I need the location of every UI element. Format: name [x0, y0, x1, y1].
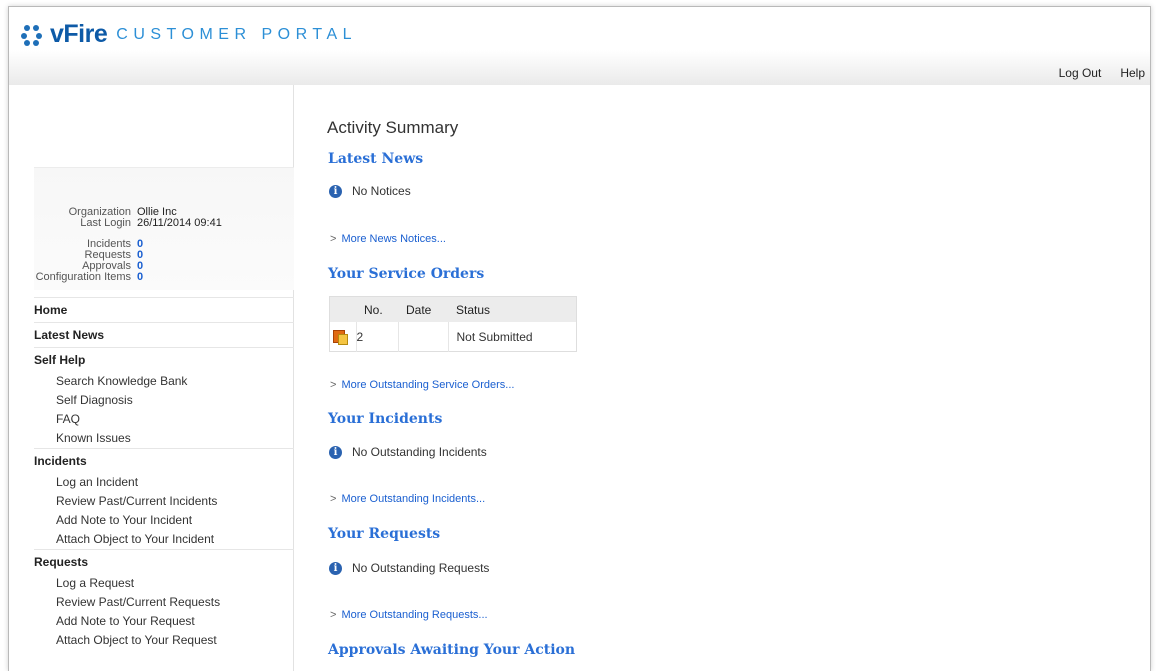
column-header-date: Date	[398, 296, 448, 322]
requests-notice-text: No Outstanding Requests	[352, 561, 490, 575]
nav-attach-object-incident[interactable]: Attach Object to Your Incident	[34, 530, 294, 549]
header: vFire CUSTOMER PORTAL Log Out Help	[9, 7, 1150, 85]
table-header-row: No. Date Status	[329, 296, 577, 322]
more-news-link-text: More News Notices...	[341, 233, 446, 245]
info-icon: i	[329, 561, 342, 575]
more-incidents-link[interactable]: > More Outstanding Incidents...	[330, 493, 485, 505]
column-header-icon	[329, 296, 356, 322]
last-login-value: 26/11/2014 09:41	[137, 217, 222, 229]
page-title: Activity Summary	[327, 118, 459, 137]
more-service-orders-link[interactable]: > More Outstanding Service Orders...	[330, 379, 514, 391]
more-requests-link-text: More Outstanding Requests...	[341, 609, 488, 621]
approvals-heading: Approvals Awaiting Your Action	[328, 642, 576, 658]
nav-log-request[interactable]: Log a Request	[34, 574, 294, 593]
nav-log-incident[interactable]: Log an Incident	[34, 473, 294, 492]
info-icon: i	[329, 184, 342, 198]
vfire-logo-icon	[21, 24, 43, 46]
requests-heading: Your Requests	[328, 526, 441, 542]
top-links: Log Out Help	[1059, 66, 1145, 80]
nav-review-requests[interactable]: Review Past/Current Requests	[34, 593, 294, 612]
nav-review-incidents[interactable]: Review Past/Current Incidents	[34, 492, 294, 511]
config-items-count-label: Configuration Items	[35, 271, 131, 283]
incidents-notice-text: No Outstanding Incidents	[352, 445, 487, 459]
logo-subtitle: CUSTOMER PORTAL	[116, 26, 358, 43]
service-order-status: Not Submitted	[456, 329, 533, 344]
logo[interactable]: vFire CUSTOMER PORTAL	[21, 22, 357, 47]
logo-text: vFire	[50, 20, 108, 48]
service-orders-table: No. Date Status 2 Not Submitted	[329, 296, 577, 352]
latest-news-notice: i No Notices	[329, 184, 411, 198]
nav-add-note-incident[interactable]: Add Note to Your Incident	[34, 511, 294, 530]
nav-incidents[interactable]: Incidents	[34, 448, 294, 473]
help-link[interactable]: Help	[1120, 66, 1145, 80]
more-service-orders-link-text: More Outstanding Service Orders...	[341, 379, 515, 391]
last-login-row: Last Login 26/11/2014 09:41	[34, 218, 222, 229]
service-orders-heading: Your Service Orders	[328, 266, 485, 282]
nav-self-help[interactable]: Self Help	[34, 347, 294, 372]
nav-self-diagnosis[interactable]: Self Diagnosis	[34, 391, 294, 410]
sidebar: Organization Ollie Inc Last Login 26/11/…	[9, 85, 294, 671]
service-order-icon-cell[interactable]	[329, 322, 357, 352]
latest-news-notice-text: No Notices	[352, 184, 411, 198]
config-items-count[interactable]: 0	[137, 272, 143, 283]
last-login-label: Last Login	[80, 217, 131, 229]
chevron-right-icon: >	[330, 379, 337, 391]
portal-window: vFire CUSTOMER PORTAL Log Out Help Organ…	[8, 6, 1151, 671]
column-header-status: Status	[448, 296, 577, 322]
nav-latest-news[interactable]: Latest News	[34, 322, 294, 347]
column-header-no: No.	[356, 296, 398, 322]
logout-link[interactable]: Log Out	[1059, 66, 1102, 80]
incidents-notice: i No Outstanding Incidents	[329, 445, 487, 459]
table-row[interactable]: 2 Not Submitted	[329, 322, 577, 352]
nav-requests[interactable]: Requests	[34, 549, 294, 574]
chevron-right-icon: >	[330, 493, 337, 505]
sidebar-nav: Home Latest News Self Help Search Knowle…	[34, 297, 294, 650]
config-items-count-row: Configuration Items 0	[9, 271, 144, 283]
nav-home[interactable]: Home	[34, 297, 294, 322]
more-incidents-link-text: More Outstanding Incidents...	[341, 493, 486, 505]
more-requests-link[interactable]: > More Outstanding Requests...	[330, 609, 488, 621]
nav-attach-object-request[interactable]: Attach Object to Your Request	[34, 631, 294, 650]
nav-faq[interactable]: FAQ	[34, 410, 294, 429]
chevron-right-icon: >	[330, 233, 337, 245]
latest-news-heading: Latest News	[328, 151, 424, 167]
nav-search-knowledge-bank[interactable]: Search Knowledge Bank	[34, 372, 294, 391]
service-order-date	[398, 322, 449, 352]
nav-add-note-request[interactable]: Add Note to Your Request	[34, 612, 294, 631]
user-info-panel: Organization Ollie Inc Last Login 26/11/…	[34, 167, 294, 290]
incidents-heading: Your Incidents	[328, 411, 443, 427]
nav-known-issues[interactable]: Known Issues	[34, 429, 294, 448]
chevron-right-icon: >	[330, 609, 337, 621]
more-news-link[interactable]: > More News Notices...	[330, 233, 446, 245]
requests-notice: i No Outstanding Requests	[329, 561, 489, 575]
service-order-no: 2	[356, 322, 399, 352]
service-order-icon[interactable]	[333, 329, 348, 345]
info-icon: i	[329, 445, 342, 459]
